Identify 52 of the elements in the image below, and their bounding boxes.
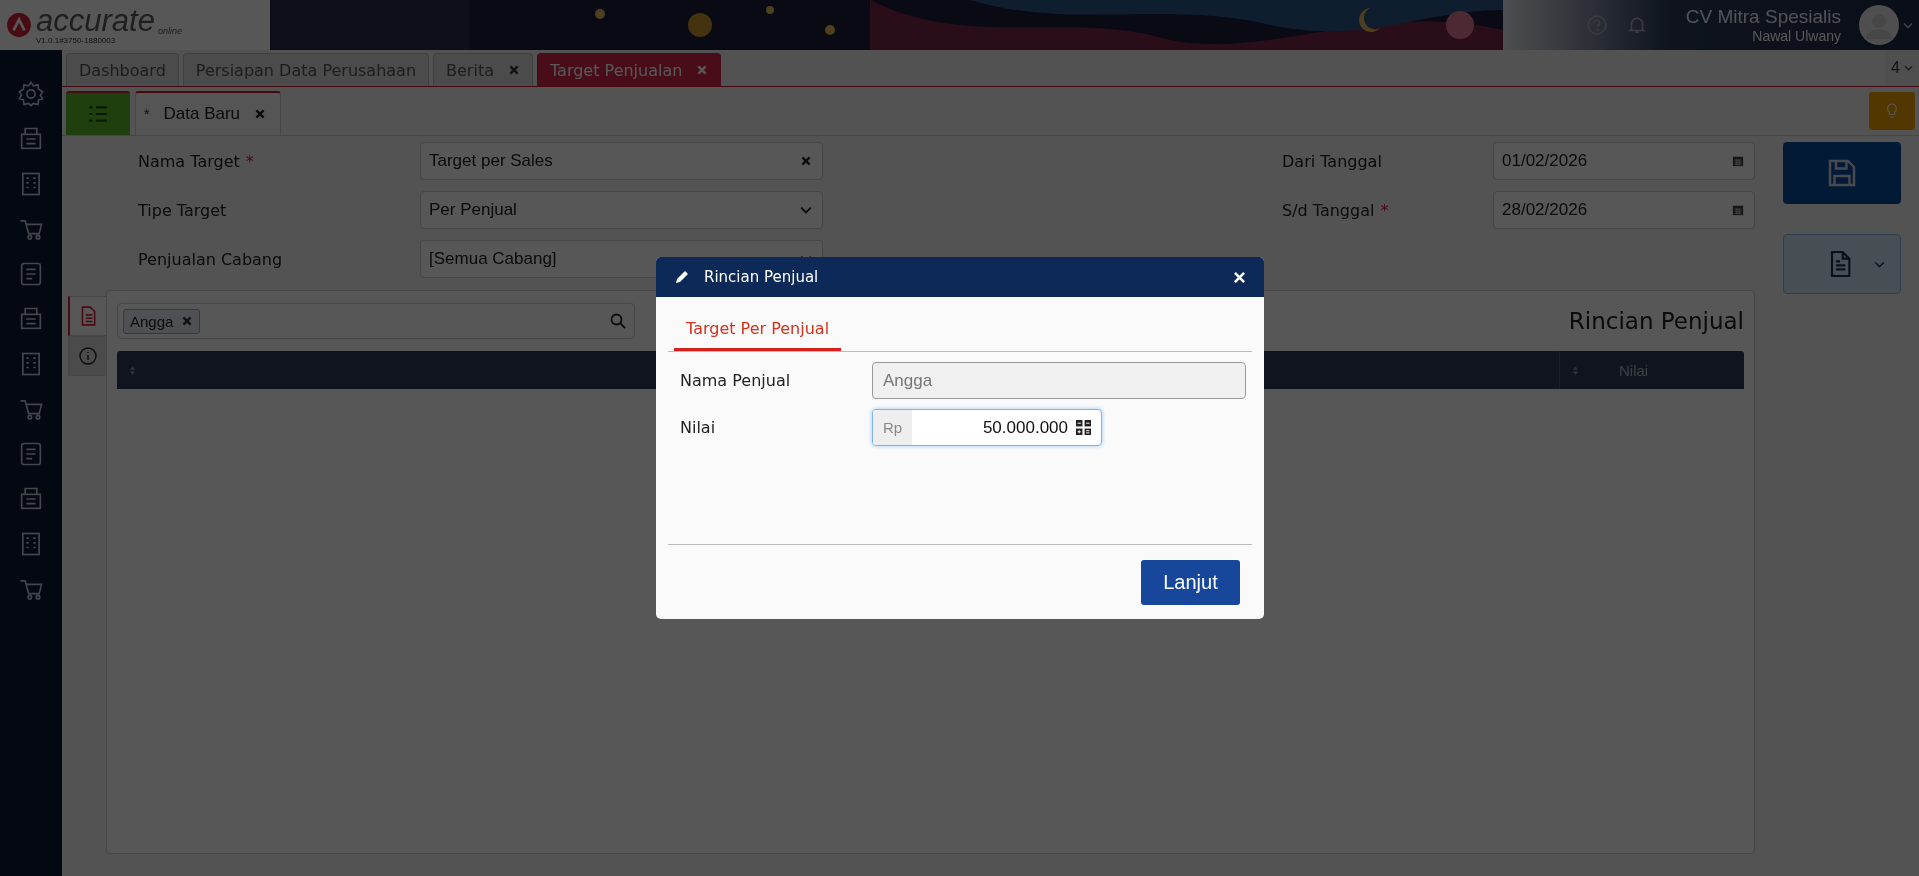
clear-icon[interactable] (800, 155, 812, 167)
calendar-icon[interactable] (1732, 155, 1744, 167)
info-icon (78, 346, 98, 366)
field-label: Nilai (680, 418, 717, 437)
required-mark: * (245, 151, 254, 171)
input-field[interactable]: Target per Sales (420, 142, 823, 180)
calendar-icon[interactable] (1732, 204, 1744, 216)
sort-icon[interactable] (129, 364, 136, 376)
gear-icon[interactable] (17, 80, 45, 108)
info-tab[interactable] (68, 336, 106, 376)
input-field[interactable]: Angga (872, 362, 1246, 399)
field-label: Nama Penjual (680, 371, 792, 390)
field-label: Penjualan Cabang (138, 249, 283, 269)
dropdown-field[interactable]: Per Penjual (420, 191, 823, 229)
avatar-icon[interactable] (1859, 5, 1899, 45)
chevron-down-icon (800, 204, 812, 216)
lightbulb-icon (1885, 102, 1899, 120)
calculator-icon[interactable] (1076, 420, 1091, 435)
logo-text: accurate (36, 5, 155, 36)
chevron-down-icon (1904, 65, 1913, 71)
document-menu-button[interactable] (1783, 234, 1901, 294)
field-label: Tipe Target (138, 200, 227, 220)
date-field[interactable]: 01/02/2026 (1493, 142, 1755, 180)
continue-button[interactable]: Lanjut (1141, 559, 1240, 605)
remove-icon[interactable] (181, 315, 194, 327)
field-label: Dari Tanggal (1282, 151, 1382, 171)
chevron-down-icon (1873, 260, 1885, 268)
detail-tab[interactable] (68, 296, 106, 336)
pencil-icon (674, 269, 690, 285)
list-button[interactable] (66, 91, 130, 135)
logo-icon (6, 12, 32, 38)
date-field[interactable]: 28/02/2026 (1493, 191, 1755, 229)
required-mark: * (1380, 200, 1389, 220)
chevron-down-icon[interactable] (1903, 21, 1913, 29)
currency-prefix: Rp (873, 410, 913, 445)
filter-chip[interactable]: Angga (123, 308, 201, 334)
search-field[interactable]: Angga (117, 303, 635, 339)
company-name: CV Mitra Spesialis (1685, 6, 1841, 28)
tips-button[interactable] (1869, 92, 1915, 130)
save-button[interactable] (1783, 142, 1901, 204)
list-icon (87, 105, 109, 123)
tab[interactable]: Target Per Penjual (674, 307, 842, 351)
field-label: Nama Target (138, 151, 240, 171)
tab[interactable]: Target Penjualan (536, 53, 722, 86)
close-icon[interactable] (1233, 270, 1246, 284)
field-label: S/d Tanggal (1282, 200, 1375, 220)
sort-icon[interactable] (1572, 364, 1579, 376)
user-name: Nawal Ulwany (1752, 28, 1841, 44)
amount-field[interactable]: Rp 50.000.000 (872, 409, 1102, 446)
search-icon[interactable] (610, 313, 626, 329)
panel-title: Rincian Penjual (1568, 308, 1744, 334)
version-text: V1.0.1#3750-1880003 (36, 35, 117, 45)
